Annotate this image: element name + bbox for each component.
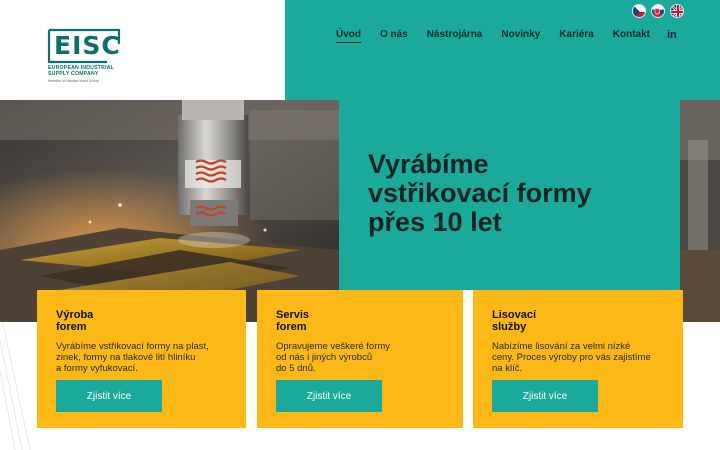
company-logo[interactable]: EISC EUROPEAN INDUSTRIAL SUPPLY COMPANY … (47, 28, 137, 88)
nav-item-kontakt[interactable]: Kontakt (613, 29, 650, 43)
logo-member-text: Member of Nautica Ward Group (48, 79, 99, 83)
logo-text: EISC (54, 31, 121, 60)
card-description: Nabízíme lisování za velmi nízké ceny. P… (492, 341, 651, 374)
nav-item-kariera[interactable]: Kariéra (559, 29, 593, 43)
service-card-lisovaci-sluzby: Lisovací služby Nabízíme lisování za vel… (473, 290, 683, 428)
language-switcher (632, 4, 684, 18)
nav-item-nastrojarna[interactable]: Nástrojárna (427, 29, 483, 43)
main-navigation: Úvod O nás Nástrojárna Novinky Kariéra K… (336, 29, 650, 43)
learn-more-button[interactable]: Zjistit více (276, 380, 382, 412)
hero-image-edge (680, 100, 720, 322)
flag-uk-icon[interactable] (670, 4, 684, 18)
logo-company-name: EUROPEAN INDUSTRIAL SUPPLY COMPANY (48, 65, 115, 77)
learn-more-button[interactable]: Zjistit více (56, 380, 162, 412)
card-title: Servis forem (276, 309, 310, 333)
flag-cz-icon[interactable] (632, 4, 646, 18)
card-description: Opravujeme veškeré formy od nás i jiných… (276, 341, 391, 374)
card-description: Vyrábíme vstřikovací formy na plast, zin… (56, 341, 209, 374)
nav-item-uvod[interactable]: Úvod (336, 29, 361, 43)
service-card-servis-forem: Servis forem Opravujeme veškeré formy od… (257, 290, 463, 428)
learn-more-button[interactable]: Zjistit více (492, 380, 598, 412)
service-card-vyroba-forem: Výroba forem Vyrábíme vstřikovací formy … (37, 290, 246, 428)
hero-title: Vyrábíme vstřikovací formy přes 10 let (368, 149, 592, 237)
linkedin-icon[interactable]: in (667, 29, 677, 41)
nav-item-novinky[interactable]: Novinky (501, 29, 540, 43)
card-title: Výroba forem (56, 309, 94, 333)
decorative-lines (0, 309, 31, 450)
card-title: Lisovací služby (492, 309, 537, 333)
flag-sk-icon[interactable] (651, 4, 665, 18)
hero-image (0, 100, 339, 322)
nav-item-o-nas[interactable]: O nás (380, 29, 408, 43)
